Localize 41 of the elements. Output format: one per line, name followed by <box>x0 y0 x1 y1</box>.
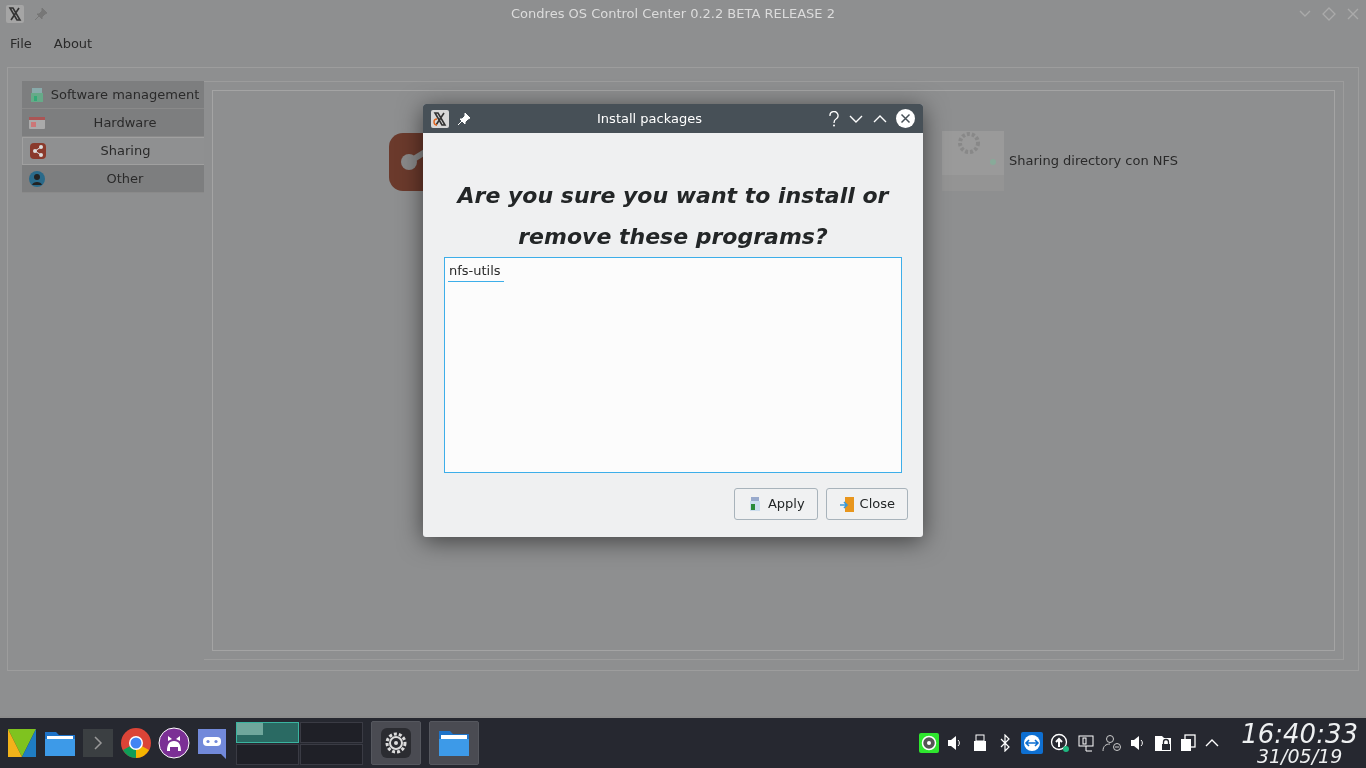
user-icon[interactable] <box>1102 734 1123 752</box>
desktop-thumbnail[interactable] <box>300 721 363 743</box>
nfs-share-label[interactable]: Sharing directory con NFS <box>1009 151 1179 171</box>
package-icon <box>28 85 46 104</box>
confirmation-question: Are you sure you want to install or remove these programs? <box>455 182 891 251</box>
desktop-thumbnail[interactable] <box>236 721 299 743</box>
clock-date: 31/05/19 <box>1255 746 1344 766</box>
desktop-thumbnail[interactable] <box>236 743 299 765</box>
close-icon[interactable] <box>896 109 915 128</box>
chat-icon[interactable] <box>196 727 228 759</box>
menu-item[interactable]: File <box>10 34 32 54</box>
window-title: Condres OS Control Center 0.2.2 BETA RELEASE 2 <box>510 5 836 24</box>
sidebar-item[interactable]: Other <box>22 165 204 193</box>
network-icon[interactable] <box>1077 734 1096 752</box>
person-icon <box>28 169 46 188</box>
dialog-title: Install packages <box>596 109 703 128</box>
folder-icon <box>438 729 470 757</box>
task-button[interactable] <box>371 721 421 765</box>
share-icon <box>29 142 47 160</box>
task-button[interactable] <box>429 721 479 765</box>
clock-time: 16:40:33 <box>1241 720 1358 747</box>
package-name[interactable]: nfs-utils <box>448 261 504 282</box>
desktop-thumbnail[interactable] <box>300 743 363 765</box>
update-icon[interactable] <box>1050 733 1071 753</box>
remote-control-icon[interactable] <box>1021 732 1044 754</box>
sidebar-item[interactable]: Sharing <box>22 137 204 165</box>
help-icon[interactable] <box>828 110 840 127</box>
menu-item[interactable]: About <box>53 34 93 54</box>
close-button[interactable]: Close <box>825 488 908 520</box>
terminal-icon[interactable] <box>82 727 114 759</box>
sidebar-item[interactable]: Software management <box>22 81 204 109</box>
launcher-icon[interactable] <box>6 727 38 759</box>
browser-icon[interactable] <box>120 727 152 759</box>
clipboard-icon[interactable] <box>1179 734 1198 752</box>
app-logo-icon <box>6 5 24 23</box>
sidebar-item[interactable]: Hardware <box>22 109 204 137</box>
app-logo-icon <box>431 109 449 128</box>
gear-icon <box>381 728 411 758</box>
lock-icon[interactable] <box>1154 734 1173 752</box>
exit-door-icon <box>838 495 856 513</box>
apply-button[interactable]: Apply <box>733 488 818 520</box>
